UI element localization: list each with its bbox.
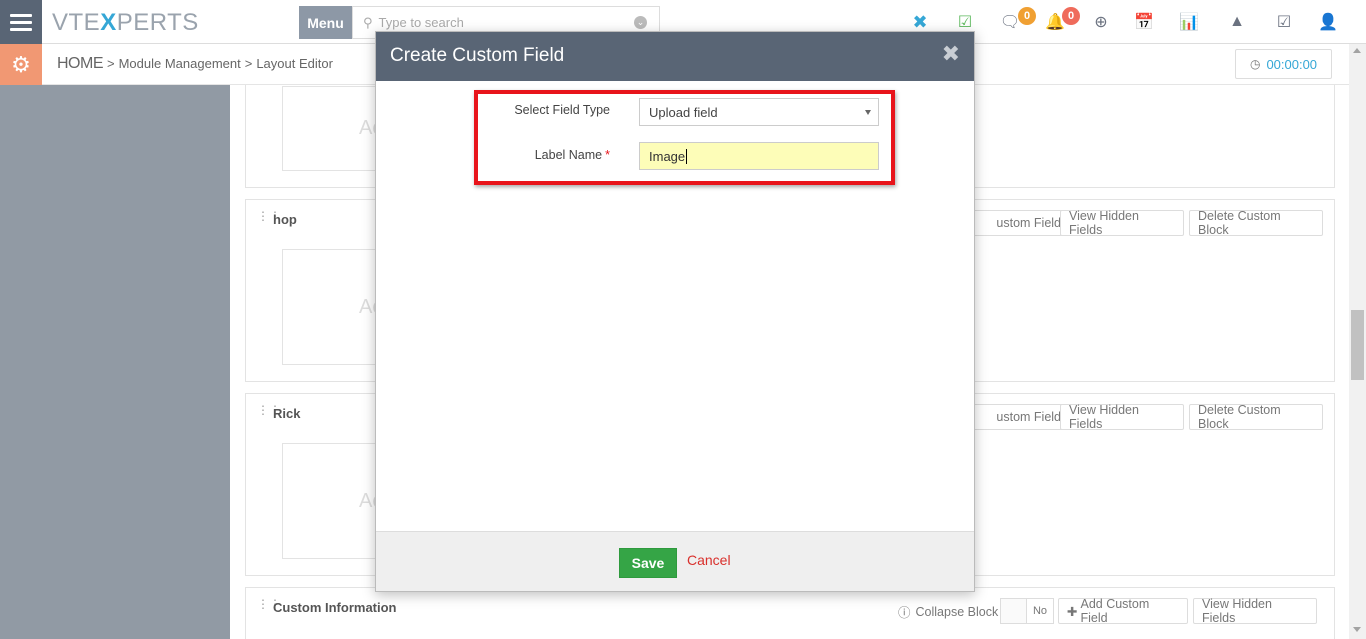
menu-button[interactable]: Menu — [299, 6, 352, 39]
field-type-label: Select Field Type — [514, 103, 610, 117]
timer-value: 00:00:00 — [1266, 56, 1318, 72]
scroll-down-arrow-icon[interactable] — [1353, 627, 1361, 632]
drag-handle-icon[interactable]: ⋮⋮ — [257, 210, 281, 228]
info-icon: ⓘ — [898, 606, 911, 620]
block-name: hop — [273, 212, 297, 227]
scroll-up-arrow-icon[interactable] — [1353, 48, 1361, 53]
chat-badge: 0 — [1018, 7, 1036, 25]
chat-icon[interactable]: 🗨 — [1000, 12, 1020, 32]
breadcrumb-layout-editor: Layout Editor — [256, 56, 333, 71]
breadcrumb-home[interactable]: HOME — [57, 55, 104, 73]
drag-handle-icon[interactable]: ⋮⋮ — [257, 598, 281, 616]
modal-footer: Save Cancel — [376, 531, 974, 591]
view-hidden-fields-button[interactable]: View Hidden Fields — [1060, 403, 1184, 431]
field-type-select[interactable]: Upload field — [639, 98, 879, 126]
breadcrumb-separator: > — [107, 56, 115, 71]
calendar-check-icon[interactable]: ☑ — [955, 12, 975, 32]
clock-icon: ◷ — [1249, 57, 1261, 71]
calendar-icon[interactable]: 📅 — [1134, 12, 1154, 32]
view-hidden-fields-button[interactable]: View Hidden Fields — [1193, 597, 1317, 625]
label-name-input[interactable]: Image — [639, 142, 879, 170]
plus-circle-icon[interactable]: ⊕ — [1091, 12, 1111, 32]
breadcrumb-separator: > — [244, 56, 253, 71]
view-hidden-fields-button[interactable]: View Hidden Fields — [1060, 209, 1184, 237]
bar-chart-icon[interactable]: 📊 — [1179, 12, 1199, 32]
required-asterisk: * — [605, 148, 610, 162]
sidebar-panel — [0, 85, 230, 639]
cancel-link[interactable]: Cancel — [687, 552, 731, 568]
area-chart-icon[interactable]: ▲ — [1227, 12, 1247, 32]
chevron-down-icon[interactable]: ⌄ — [634, 16, 647, 29]
notification-badge: 0 — [1062, 7, 1080, 25]
check-square-icon[interactable]: ☑ — [1274, 12, 1294, 32]
x-icon[interactable]: ✖ — [910, 12, 930, 32]
hamburger-menu-icon[interactable] — [0, 0, 42, 44]
block-name: Custom Information — [273, 600, 397, 615]
delete-custom-block-button[interactable]: Delete Custom Block — [1189, 209, 1323, 237]
text-cursor — [686, 148, 688, 164]
custom-block-custom-information: ⋮⋮ Custom Information ⓘ Collapse Block N… — [245, 587, 1335, 639]
collapse-block-toggle[interactable]: No — [1000, 598, 1054, 624]
timer-button[interactable]: ◷ 00:00:00 — [1235, 49, 1332, 79]
save-button[interactable]: Save — [619, 548, 677, 578]
modal-header: Create Custom Field ✖ — [376, 32, 974, 81]
search-placeholder: Type to search — [378, 15, 464, 30]
user-icon[interactable]: 👤 — [1318, 12, 1338, 32]
breadcrumb: HOME > Module Management > Layout Editor — [57, 55, 333, 73]
delete-custom-block-button[interactable]: Delete Custom Block — [1189, 403, 1323, 431]
add-custom-field-button[interactable]: ✚ Add Custom Field — [1058, 597, 1188, 625]
close-icon[interactable]: ✖ — [942, 43, 960, 65]
breadcrumb-module-management[interactable]: Module Management — [119, 56, 241, 71]
app-logo[interactable]: VTEXPERTS — [52, 9, 199, 37]
plus-icon: ✚ — [1067, 604, 1078, 619]
label-name-label: Label Name * — [534, 148, 610, 162]
settings-gear-icon[interactable]: ⚙ — [0, 44, 42, 85]
scrollbar-thumb[interactable] — [1351, 310, 1364, 380]
search-icon: ⚲ — [363, 14, 373, 30]
block-name: Rick — [273, 406, 301, 421]
dropdown-caret-icon — [865, 110, 871, 115]
modal-title: Create Custom Field — [390, 45, 565, 66]
drag-handle-icon[interactable]: ⋮⋮ — [257, 404, 281, 422]
collapse-block-label: ⓘ Collapse Block — [898, 602, 998, 621]
